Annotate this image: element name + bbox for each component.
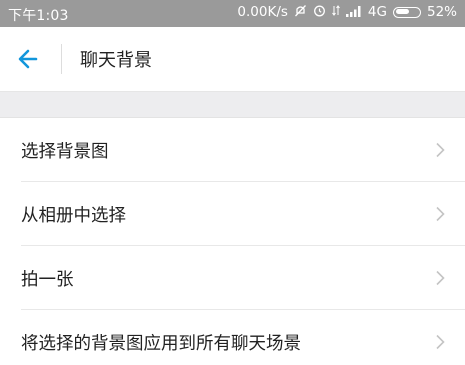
list-item-label: 将选择的背景图应用到所有聊天场景	[21, 334, 301, 354]
chevron-right-icon	[436, 334, 445, 350]
back-button[interactable]	[14, 45, 44, 73]
battery-icon	[392, 6, 421, 18]
signal-icon	[345, 5, 362, 20]
status-bar: 下午1:03 0.00K/s 4G 52%	[0, 0, 465, 27]
page-title: 聊天背景	[80, 50, 152, 71]
back-arrow-icon	[18, 49, 38, 69]
list-item-label: 从相册中选择	[21, 206, 126, 226]
chevron-right-icon	[436, 142, 445, 158]
status-indicators: 0.00K/s 4G 52%	[237, 4, 457, 20]
take-photo-item[interactable]: 拍一张	[0, 246, 465, 310]
apply-to-all-chats-item[interactable]: 将选择的背景图应用到所有聊天场景	[0, 310, 465, 365]
list-item-label: 拍一张	[21, 270, 74, 290]
network-speed: 0.00K/s	[237, 4, 288, 20]
data-arrows-icon	[332, 4, 340, 20]
choose-from-album-item[interactable]: 从相册中选择	[0, 182, 465, 246]
title-divider	[61, 44, 62, 74]
status-time: 下午1:03	[8, 8, 69, 24]
chevron-right-icon	[436, 270, 445, 286]
choose-background-item[interactable]: 选择背景图	[0, 118, 465, 182]
section-spacer	[0, 92, 465, 118]
mute-icon	[294, 4, 307, 20]
network-type: 4G	[367, 4, 387, 20]
chat-background-screen: 下午1:03 0.00K/s 4G 52% 聊天背景 选择背景图 从相册中选择 …	[0, 0, 465, 365]
alarm-icon	[313, 4, 326, 20]
battery-level: 52%	[426, 4, 457, 20]
list-item-label: 选择背景图	[21, 142, 109, 162]
chevron-right-icon	[436, 206, 445, 222]
settings-list: 选择背景图 从相册中选择 拍一张 将选择的背景图应用到所有聊天场景	[0, 118, 465, 365]
title-bar: 聊天背景	[0, 27, 465, 92]
